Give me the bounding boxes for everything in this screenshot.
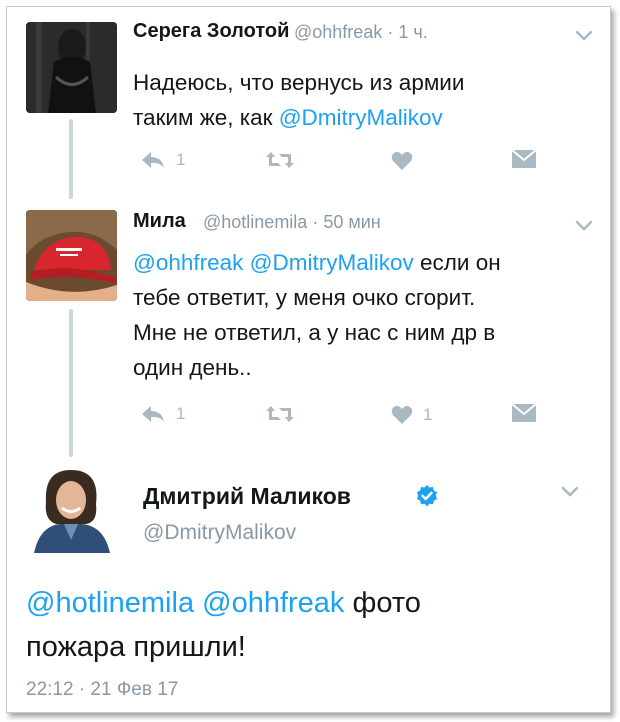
reply-button[interactable]: 1 (140, 150, 185, 170)
mention-link[interactable]: @DmitryMalikov (279, 105, 443, 130)
avatar[interactable] (26, 22, 117, 113)
thread-connector (69, 119, 73, 199)
retweet-button[interactable] (265, 404, 295, 424)
chevron-down-icon[interactable] (561, 486, 579, 498)
tweet-thread-card: Серега Золотой @ohhfreak · 1 ч. Надеюсь,… (6, 6, 611, 713)
direct-message-icon (511, 149, 537, 168)
heart-icon (391, 151, 413, 170)
mention-link[interactable]: @DmitryMalikov (250, 250, 414, 275)
author-name[interactable]: Серега Золотой (133, 20, 289, 43)
tweet-text: @hotlinemila @ohhfreak фото пожара пришл… (26, 587, 421, 663)
chevron-down-icon[interactable] (575, 220, 593, 232)
avatar[interactable] (26, 210, 117, 301)
reply-icon (142, 152, 164, 168)
author-name[interactable]: Дмитрий Маликов (143, 483, 351, 510)
tweet-text: Надеюсь, что вернусь из армии таким же, … (133, 70, 465, 130)
chevron-down-icon[interactable] (575, 30, 593, 42)
like-button[interactable]: 1 (391, 405, 432, 425)
author-handle[interactable]: @hotlinemila · 50 мин (203, 212, 381, 233)
reply-button[interactable]: 1 (140, 404, 185, 424)
tweet-timestamp[interactable]: 22:12 · 21 Фев 17 (26, 679, 178, 701)
direct-message-button[interactable] (511, 149, 537, 169)
mention-link[interactable]: @hotlinemila (26, 587, 194, 619)
author-handle[interactable]: @ohhfreak · 1 ч. (294, 22, 428, 43)
retweet-icon (266, 152, 294, 168)
heart-icon (391, 405, 413, 424)
reply-icon (142, 406, 164, 422)
like-button[interactable] (391, 151, 413, 171)
retweet-button[interactable] (265, 150, 295, 170)
tweet-text: @ohhfreak @DmitryMalikov если он тебе от… (133, 250, 501, 380)
avatar[interactable] (26, 462, 117, 553)
direct-message-icon (511, 403, 537, 422)
author-handle[interactable]: @DmitryMalikov (143, 521, 296, 545)
retweet-icon (266, 406, 294, 422)
mention-link[interactable]: @ohhfreak (133, 250, 243, 275)
verified-badge-icon (417, 485, 437, 507)
author-name[interactable]: Мила (133, 210, 186, 233)
thread-connector (69, 309, 73, 457)
direct-message-button[interactable] (511, 403, 537, 423)
mention-link[interactable]: @ohhfreak (202, 587, 344, 619)
